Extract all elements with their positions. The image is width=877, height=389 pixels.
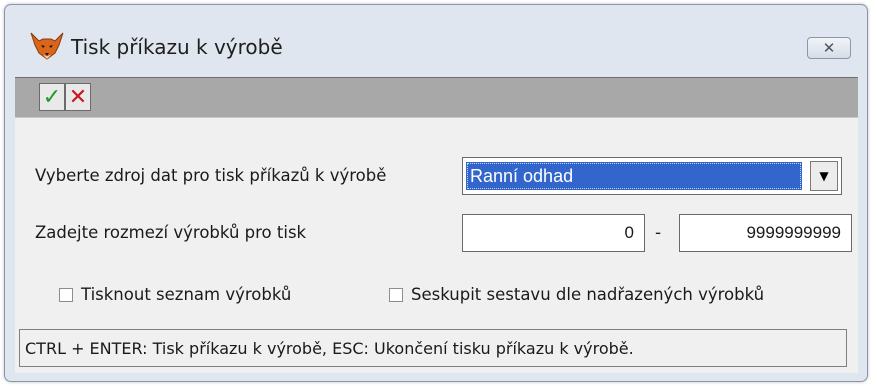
close-icon: ✕ xyxy=(822,39,836,57)
range-label: Zadejte rozmezí výrobků pro tisk xyxy=(35,223,307,242)
range-separator: - xyxy=(655,223,662,243)
group-report-label: Seskupit sestavu dle nadřazených výrobků xyxy=(411,285,765,304)
close-x-icon: ✕ xyxy=(68,84,88,110)
status-text: CTRL + ENTER: Tisk příkazu k výrobě, ESC… xyxy=(25,339,634,358)
data-source-select[interactable]: Ranní odhad ▼ xyxy=(462,157,842,195)
dropdown-button[interactable]: ▼ xyxy=(810,161,838,191)
print-list-label: Tisknout seznam výrobků xyxy=(81,285,292,304)
print-list-checkbox[interactable] xyxy=(59,288,73,302)
cancel-button[interactable]: ✕ xyxy=(65,83,91,111)
checkmark-icon: ✓ xyxy=(42,84,62,110)
status-bar: CTRL + ENTER: Tisk příkazu k výrobě, ESC… xyxy=(19,329,847,367)
close-button[interactable]: ✕ xyxy=(807,37,851,59)
range-from-input[interactable]: 0 xyxy=(462,214,645,252)
window-title: Tisk příkazu k výrobě xyxy=(71,35,283,59)
data-source-value[interactable]: Ranní odhad xyxy=(466,162,802,190)
title-bar: Tisk příkazu k výrobě ✕ xyxy=(5,5,867,77)
chevron-down-icon: ▼ xyxy=(819,169,829,183)
dialog-content: ✓ ✕ Vyberte zdroj dat pro tisk příkazů k… xyxy=(15,77,858,373)
confirm-button[interactable]: ✓ xyxy=(39,83,65,111)
source-label: Vyberte zdroj dat pro tisk příkazů k výr… xyxy=(35,166,387,185)
fox-icon xyxy=(29,31,65,61)
range-to-input[interactable]: 9999999999 xyxy=(679,214,852,252)
group-report-checkbox[interactable] xyxy=(389,288,403,302)
toolbar: ✓ ✕ xyxy=(15,77,858,118)
dialog-window: Tisk příkazu k výrobě ✕ ✓ ✕ Vyberte zdro… xyxy=(4,4,868,382)
